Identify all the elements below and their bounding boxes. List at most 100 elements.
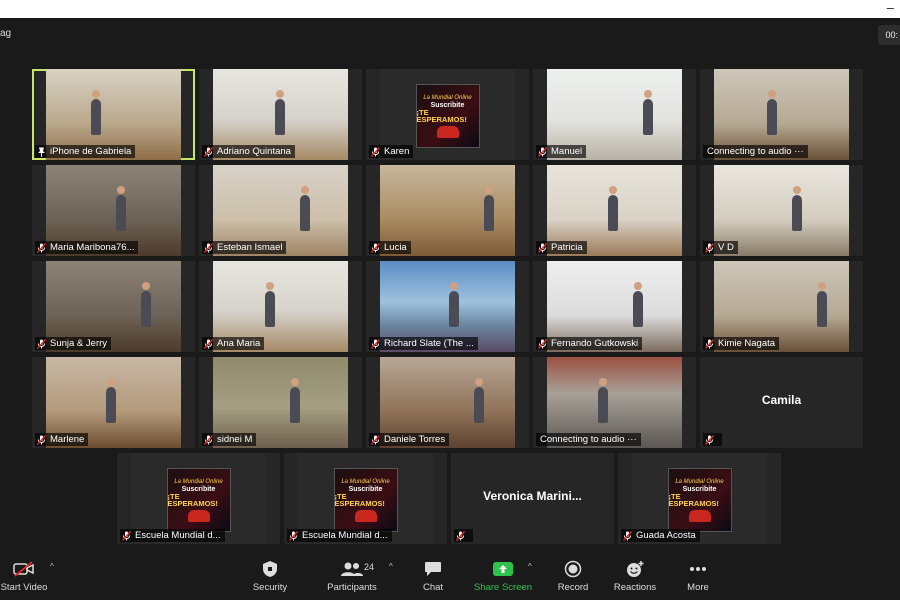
poster-image: La Mundial Online Suscribite ¡TE ESPERAMOS… bbox=[166, 468, 231, 532]
muted-mic-icon bbox=[37, 434, 46, 445]
person-silhouette bbox=[633, 282, 643, 327]
participant-tile[interactable]: Esteban Ismael bbox=[199, 165, 362, 256]
person-silhouette bbox=[608, 186, 618, 231]
participant-name-label: Connecting to audio ··· bbox=[703, 145, 808, 158]
person-head bbox=[793, 186, 801, 194]
poster-line: ¡TE ESPERAMOS! bbox=[416, 107, 467, 124]
participant-tile[interactable]: Richard Slate (The ... bbox=[366, 261, 529, 352]
participant-name-label: Sunja & Jerry bbox=[35, 337, 112, 350]
person-head bbox=[142, 282, 150, 290]
muted-mic-icon bbox=[538, 146, 547, 157]
muted-mic-icon bbox=[705, 434, 714, 445]
poster-image: La Mundial Online Suscribite ¡TE ESPERAMOS… bbox=[667, 468, 732, 532]
meeting-timer: 00: bbox=[878, 25, 900, 45]
reactions-button[interactable]: Reactions bbox=[612, 558, 658, 598]
start-video-button[interactable]: Start Video bbox=[0, 558, 48, 598]
participant-tile[interactable]: Kimie Nagata bbox=[700, 261, 863, 352]
security-button[interactable]: Security bbox=[250, 558, 290, 598]
poster-image: La Mundial Online Suscribite ¡TE ESPERAMOS… bbox=[333, 468, 398, 532]
participant-tile[interactable]: La Mundial Online Suscribite ¡TE ESPERAMOS… bbox=[366, 69, 529, 160]
participant-tile[interactable]: sidnei M bbox=[199, 357, 362, 448]
participant-name: Connecting to audio ··· bbox=[707, 146, 804, 157]
participant-name: Lucia bbox=[384, 242, 407, 253]
person-head bbox=[634, 282, 642, 290]
participant-tile[interactable]: Patricia bbox=[533, 165, 696, 256]
person-head bbox=[818, 282, 826, 290]
video-off-icon bbox=[13, 558, 35, 580]
participant-tile[interactable]: iPhone de Gabriela bbox=[32, 69, 195, 160]
muted-mic-icon bbox=[37, 338, 46, 349]
chat-label: Chat bbox=[422, 582, 444, 593]
participant-tile[interactable]: La Mundial Online Suscribite ¡TE ESPERAMOS… bbox=[284, 453, 447, 544]
video-options-caret-icon[interactable]: ^ bbox=[50, 562, 54, 571]
poster-line: ¡TE ESPERAMOS! bbox=[668, 491, 719, 508]
participant-name-label: Patricia bbox=[536, 241, 587, 254]
person-head bbox=[485, 186, 493, 194]
participant-name: Fernando Gutkowski bbox=[551, 338, 639, 349]
participants-icon bbox=[341, 558, 363, 580]
participant-tile[interactable]: La Mundial Online Suscribite ¡TE ESPERAMOS… bbox=[618, 453, 781, 544]
poster-line: Suscribite bbox=[181, 485, 216, 493]
muted-mic-icon bbox=[538, 242, 547, 253]
reactions-label: Reactions bbox=[613, 582, 657, 593]
participant-name-label: Fernando Gutkowski bbox=[536, 337, 643, 350]
participant-name: Sunja & Jerry bbox=[50, 338, 108, 349]
more-dots-icon bbox=[689, 558, 707, 580]
record-label: Record bbox=[557, 582, 589, 593]
record-icon bbox=[564, 558, 582, 580]
person-head bbox=[291, 378, 299, 386]
share-screen-button[interactable]: Share Screen bbox=[472, 558, 534, 598]
person-silhouette bbox=[290, 378, 300, 423]
participant-name-label: sidnei M bbox=[202, 433, 257, 446]
muted-mic-icon bbox=[623, 530, 632, 541]
participant-tile[interactable]: Fernando Gutkowski bbox=[533, 261, 696, 352]
participant-name: Karen bbox=[384, 146, 410, 157]
participant-name: Guada Acosta bbox=[636, 530, 696, 541]
share-options-caret-icon[interactable]: ^ bbox=[528, 562, 532, 571]
person-head bbox=[92, 90, 100, 98]
shield-icon bbox=[262, 558, 278, 580]
muted-mic-icon bbox=[289, 530, 298, 541]
pin-icon bbox=[38, 147, 45, 157]
participant-tile[interactable]: Connecting to audio ··· bbox=[700, 69, 863, 160]
participant-tile[interactable]: V D bbox=[700, 165, 863, 256]
participant-tile[interactable]: Maria Maribona76... bbox=[32, 165, 195, 256]
participant-name: Esteban Ismael bbox=[217, 242, 283, 253]
person-silhouette bbox=[817, 282, 827, 327]
person-head bbox=[475, 378, 483, 386]
muted-mic-icon bbox=[371, 146, 380, 157]
person-silhouette bbox=[106, 378, 116, 423]
participant-tile[interactable]: Ana Maria bbox=[199, 261, 362, 352]
muted-mic-icon bbox=[456, 530, 465, 541]
participant-tile[interactable]: Lucia bbox=[366, 165, 529, 256]
poster-line: Suscribite bbox=[348, 485, 383, 493]
participant-tile[interactable]: Marlene bbox=[32, 357, 195, 448]
participants-options-caret-icon[interactable]: ^ bbox=[389, 562, 393, 571]
participant-tile[interactable]: Sunja & Jerry bbox=[32, 261, 195, 352]
person-head bbox=[768, 90, 776, 98]
poster-line: ¡TE ESPERAMOS! bbox=[334, 491, 385, 508]
record-button[interactable]: Record bbox=[555, 558, 591, 598]
chat-button[interactable]: Chat bbox=[418, 558, 448, 598]
person-silhouette bbox=[116, 186, 126, 231]
participant-name: sidnei M bbox=[217, 434, 253, 445]
participant-name: Maria Maribona76... bbox=[50, 242, 135, 253]
poster-line: La Mundial Online bbox=[423, 94, 472, 101]
person-silhouette bbox=[474, 378, 484, 423]
participant-tile[interactable]: Veronica Marini... bbox=[451, 453, 614, 544]
poster-image: La Mundial Online Suscribite ¡TE ESPERAMOS… bbox=[415, 84, 480, 148]
person-silhouette bbox=[91, 90, 101, 135]
person-silhouette bbox=[484, 186, 494, 231]
participant-tile[interactable]: La Mundial Online Suscribite ¡TE ESPERAMOS… bbox=[117, 453, 280, 544]
participant-name-label: Marlene bbox=[35, 433, 89, 446]
participant-tile[interactable]: Connecting to audio ··· bbox=[533, 357, 696, 448]
participant-tile[interactable]: Daniele Torres bbox=[366, 357, 529, 448]
participant-tile[interactable]: Camila bbox=[700, 357, 863, 448]
more-button[interactable]: More bbox=[682, 558, 714, 598]
minimize-icon[interactable]: – bbox=[887, 1, 894, 14]
participant-tile[interactable]: Manuel bbox=[533, 69, 696, 160]
muted-mic-icon bbox=[204, 434, 213, 445]
window-left-label: ag bbox=[0, 28, 12, 39]
participant-name-label: Connecting to audio ··· bbox=[536, 433, 641, 446]
participant-tile[interactable]: Adriano Quintana bbox=[199, 69, 362, 160]
